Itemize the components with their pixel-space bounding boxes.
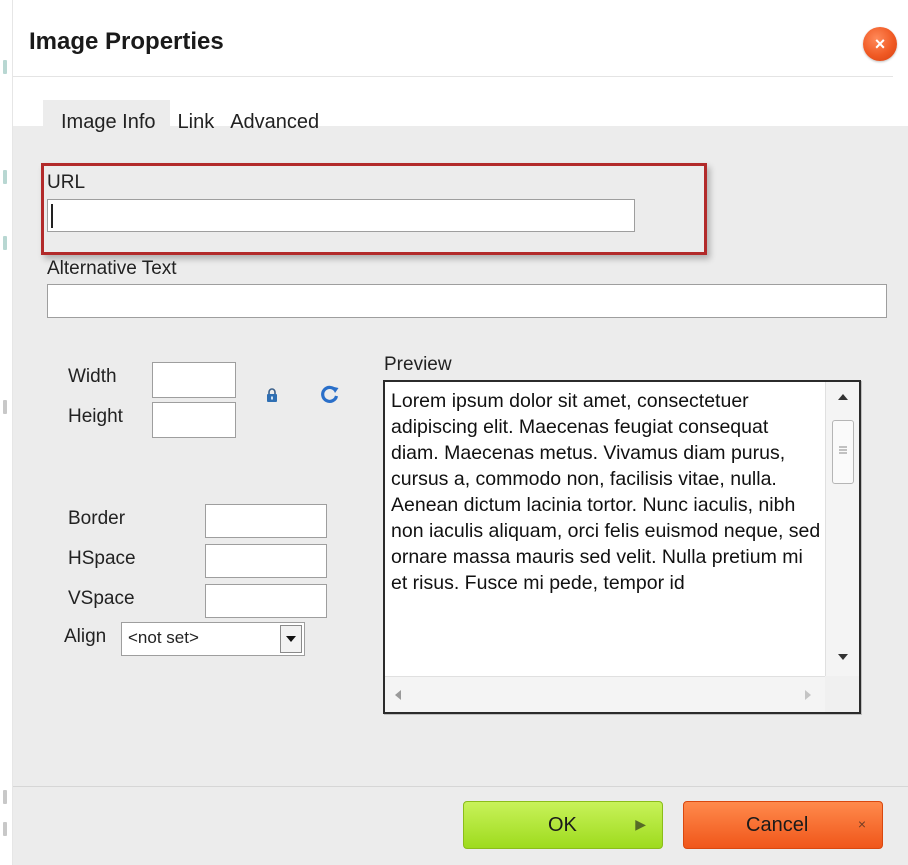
vspace-label: VSpace — [68, 588, 135, 609]
close-icon: × — [874, 33, 886, 54]
reset-size-icon[interactable] — [320, 384, 340, 404]
page-edge-mark — [3, 60, 7, 74]
page-edge-mark — [3, 170, 7, 184]
lock-icon[interactable] — [266, 388, 278, 402]
image-properties-dialog: Image Properties × Image Info Link Advan… — [12, 0, 908, 865]
tab-link[interactable]: Link — [170, 100, 223, 144]
preview-box[interactable]: Lorem ipsum dolor sit amet, consectetuer… — [383, 380, 861, 714]
page-edge-mark — [3, 790, 7, 804]
width-label: Width — [68, 366, 117, 387]
text-caret — [51, 204, 53, 228]
cancel-button[interactable]: Cancel × — [683, 801, 883, 849]
url-input[interactable] — [47, 199, 635, 232]
image-info-panel: URL Alternative Text Width Height Border… — [13, 144, 908, 786]
close-icon: × — [857, 816, 866, 832]
alt-text-input[interactable] — [47, 284, 887, 318]
close-button[interactable]: × — [863, 27, 897, 61]
chevron-down-icon[interactable] — [280, 625, 302, 653]
vertical-scrollbar[interactable] — [825, 382, 859, 676]
scroll-left-icon[interactable] — [395, 690, 401, 700]
url-label: URL — [47, 172, 86, 193]
page-edge-mark — [3, 236, 7, 250]
page-edge-mark — [3, 822, 7, 836]
tab-bar: Image Info Link Advanced — [43, 100, 327, 144]
arrow-right-icon: ▶ — [635, 816, 646, 832]
preview-text: Lorem ipsum dolor sit amet, consectetuer… — [391, 390, 821, 594]
scroll-up-icon[interactable] — [838, 394, 848, 400]
title-divider — [13, 76, 893, 77]
alt-text-label: Alternative Text — [47, 258, 177, 279]
cancel-button-label: Cancel — [746, 814, 809, 836]
align-label: Align — [64, 626, 107, 647]
vspace-input[interactable] — [205, 584, 327, 618]
page-edge-mark — [3, 400, 7, 414]
height-input[interactable] — [152, 402, 236, 438]
align-selected-value: <not set> — [128, 628, 199, 647]
grip-icon — [839, 446, 847, 454]
dialog-title: Image Properties — [29, 28, 224, 55]
preview-label: Preview — [384, 354, 452, 375]
align-select[interactable]: <not set> — [121, 622, 305, 656]
background-page-edge — [0, 0, 12, 865]
scroll-thumb[interactable] — [832, 420, 854, 484]
tab-advanced[interactable]: Advanced — [222, 100, 327, 144]
ok-button[interactable]: OK ▶ — [463, 801, 663, 849]
horizontal-scrollbar[interactable] — [385, 676, 825, 712]
hspace-label: HSpace — [68, 548, 136, 569]
scroll-corner — [825, 676, 859, 712]
border-input[interactable] — [205, 504, 327, 538]
ok-button-label: OK — [548, 814, 577, 836]
width-input[interactable] — [152, 362, 236, 398]
tab-image-info[interactable]: Image Info — [43, 100, 170, 144]
hspace-input[interactable] — [205, 544, 327, 578]
height-label: Height — [68, 406, 123, 427]
border-label: Border — [68, 508, 126, 529]
scroll-right-icon[interactable] — [805, 690, 811, 700]
dialog-footer: OK ▶ Cancel × — [13, 786, 908, 865]
scroll-down-icon[interactable] — [838, 654, 848, 660]
